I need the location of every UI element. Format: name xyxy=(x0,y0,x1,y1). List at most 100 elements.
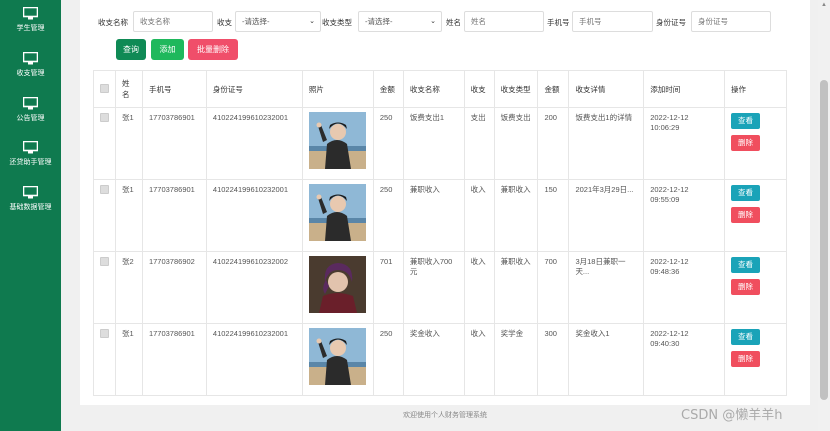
monitor-icon xyxy=(23,52,38,65)
cell-direction: 收入 xyxy=(463,323,495,396)
table-row: 张1 17703786901 410224199610232001 250 饭费支出1 支… xyxy=(93,107,787,180)
cell-money: 200 xyxy=(537,107,570,180)
detail-text: 奖金收入1 xyxy=(575,329,610,338)
cell-phone: 17703786901 xyxy=(141,107,207,180)
actions-cell: 查看 删除 xyxy=(724,179,787,252)
detail-text: 3月18日兼职一天... xyxy=(575,257,626,276)
person-photo xyxy=(308,328,366,385)
direction-text: 收入 xyxy=(470,257,486,266)
cell-amount: 250 xyxy=(372,107,404,180)
sidebar-item-label: 公告管理 xyxy=(16,115,45,122)
column-header: 金额 xyxy=(372,70,404,108)
view-button[interactable]: 查看 xyxy=(731,329,760,345)
type-select[interactable]: -请选择- ⌄ xyxy=(235,11,321,32)
view-button[interactable]: 查看 xyxy=(731,257,760,273)
phone-search-input[interactable] xyxy=(572,11,653,32)
phone-search-label: 手机号 xyxy=(547,18,570,27)
column-header: 添加时间 xyxy=(643,70,725,108)
cell-item-name: 兼职收入700元 xyxy=(402,251,465,324)
row-checkbox[interactable] xyxy=(100,329,109,338)
delete-button[interactable]: 删除 xyxy=(731,135,760,151)
item-name-text: 饭费支出1 xyxy=(409,113,444,122)
table-row: 张1 17703786901 410224199610232001 250 奖金收入 收入… xyxy=(93,323,787,396)
row-select-cell xyxy=(93,323,116,396)
cell-name: 张1 xyxy=(115,107,143,180)
cell-item-name: 饭费支出1 xyxy=(402,107,465,180)
sidebar-item-students[interactable]: 学生管理 xyxy=(0,7,61,33)
sidebar-item-loan-assistant[interactable]: 还贷助手管理 xyxy=(0,141,61,167)
person-search-input[interactable] xyxy=(464,11,544,32)
name-text: 张1 xyxy=(122,185,134,194)
cell-category: 饭费支出 xyxy=(493,107,539,180)
column-header: 操作 xyxy=(724,70,787,108)
category-select[interactable]: -请选择- ⌄ xyxy=(358,11,442,32)
chevron-down-icon: ⌄ xyxy=(430,18,436,25)
person-photo xyxy=(308,184,366,241)
add-button[interactable]: 添加 xyxy=(151,39,184,60)
time-text: 2022-12-12 09:48:36 xyxy=(650,257,689,276)
row-checkbox[interactable] xyxy=(100,185,109,194)
chevron-down-icon: ⌄ xyxy=(309,18,315,25)
view-button[interactable]: 查看 xyxy=(731,113,760,129)
cell-photo xyxy=(301,323,374,396)
cell-detail: 2021年3月29日... xyxy=(568,179,645,252)
cell-phone: 17703786901 xyxy=(141,323,207,396)
delete-button[interactable]: 删除 xyxy=(731,351,760,367)
monitor-icon xyxy=(23,141,38,154)
cell-detail: 3月18日兼职一天... xyxy=(568,251,645,324)
id-no-text: 410224199610232001 xyxy=(212,329,289,338)
name-search-label: 收支名称 xyxy=(98,18,128,27)
row-checkbox[interactable] xyxy=(100,257,109,266)
cell-money: 300 xyxy=(537,323,570,396)
column-header: 收支名称 xyxy=(402,70,465,108)
sidebar-item-announcements[interactable]: 公告管理 xyxy=(0,97,61,123)
item-name-text: 兼职收入700元 xyxy=(409,257,453,276)
phone-text: 17703786901 xyxy=(148,113,195,122)
cell-time: 2022-12-12 09:48:36 xyxy=(643,251,725,324)
delete-button[interactable]: 删除 xyxy=(731,207,760,223)
direction-text: 支出 xyxy=(470,113,486,122)
cell-detail: 饭费支出1的详情 xyxy=(568,107,645,180)
sidebar-item-base-data[interactable]: 基础数据管理 xyxy=(0,186,61,212)
item-name-text: 兼职收入 xyxy=(409,185,440,194)
sidebar-item-finance[interactable]: 收支管理 xyxy=(0,52,61,78)
person-photo xyxy=(308,256,366,313)
category-text: 兼职收入 xyxy=(500,185,531,194)
cell-phone: 17703786902 xyxy=(141,251,207,324)
category-text: 饭费支出 xyxy=(500,113,531,122)
scrollbar-thumb[interactable] xyxy=(820,80,828,400)
direction-text: 收入 xyxy=(470,185,486,194)
detail-text: 2021年3月29日... xyxy=(575,185,634,194)
person-photo xyxy=(308,112,366,169)
name-text: 张2 xyxy=(122,257,134,266)
phone-text: 17703786901 xyxy=(148,185,195,194)
name-search-input[interactable] xyxy=(133,11,213,32)
category-select-label: 收支类型 xyxy=(322,18,352,27)
amount-text: 250 xyxy=(379,113,393,122)
type-select-label: 收支 xyxy=(217,18,232,27)
cell-category: 兼职收入 xyxy=(493,179,539,252)
time-text: 2022-12-12 10:06:29 xyxy=(650,113,689,132)
person-search-label: 姓名 xyxy=(446,18,461,27)
query-button[interactable]: 查询 xyxy=(116,39,146,60)
select-all-checkbox[interactable] xyxy=(100,83,109,93)
item-name-text: 奖金收入 xyxy=(409,329,440,338)
money-text: 300 xyxy=(544,329,557,338)
view-button[interactable]: 查看 xyxy=(731,185,760,201)
scroll-up-icon[interactable]: ▲ xyxy=(820,2,828,10)
row-checkbox[interactable] xyxy=(100,113,109,122)
column-header: 姓名 xyxy=(115,70,143,108)
column-header: 收支详情 xyxy=(568,70,645,108)
batch-delete-button[interactable]: 批量删除 xyxy=(188,39,238,60)
watermark: CSDN @懒羊羊h xyxy=(681,408,783,423)
sidebar-item-label: 还贷助手管理 xyxy=(9,159,52,166)
id-search-input[interactable] xyxy=(691,11,771,32)
time-text: 2022-12-12 09:55:09 xyxy=(650,185,689,204)
cell-category: 兼职收入 xyxy=(493,251,539,324)
cell-money: 150 xyxy=(537,179,570,252)
cell-time: 2022-12-12 10:06:29 xyxy=(643,107,725,180)
delete-button[interactable]: 删除 xyxy=(731,279,760,295)
column-header: 手机号 xyxy=(141,70,207,108)
amount-text: 250 xyxy=(379,185,393,194)
money-text: 150 xyxy=(544,185,557,194)
